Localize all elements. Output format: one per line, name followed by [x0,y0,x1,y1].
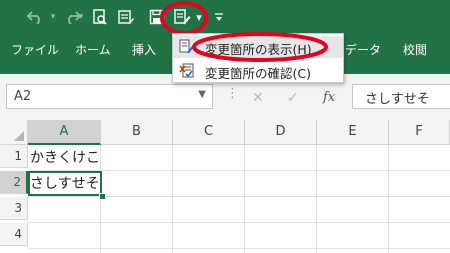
print-preview-icon[interactable] [89,4,111,30]
undo-icon[interactable] [22,4,48,30]
gridline [388,145,389,253]
row-header-1[interactable]: 1 [0,145,28,168]
gridline [172,145,173,253]
gridline [28,196,450,197]
formula-bar-grip-icon: ⋮ [226,86,239,101]
tab-data[interactable]: データ [345,40,381,60]
column-header-f[interactable]: F [389,120,450,145]
gridline [28,248,450,249]
fill-handle[interactable] [99,193,106,200]
formula-input[interactable]: さしすせそ [352,84,450,109]
gridline [316,145,317,253]
column-header-d[interactable]: D [245,120,317,145]
row-header-3[interactable]: 3 [0,197,28,220]
column-header-c[interactable]: C [173,120,245,145]
tab-review[interactable]: 校閲 [403,40,427,60]
tab-file[interactable]: ファイル [11,40,59,60]
formula-value: さしすせそ [365,92,430,107]
tab-insert[interactable]: 挿入 [132,40,156,60]
active-cell-border[interactable] [28,171,102,196]
name-box-value: A2 [14,89,32,104]
menu-item-label: 変更箇所の確認(C) [205,66,311,81]
select-all-corner[interactable] [0,120,28,145]
gridline [244,145,245,253]
name-box[interactable]: A2 ▼ [6,84,213,109]
enter-icon[interactable]: ✓ [287,90,299,106]
tab-home[interactable]: ホーム [75,40,111,60]
cancel-icon[interactable]: ✕ [252,90,264,106]
highlight-circle-menu [192,32,328,62]
row-header-2[interactable]: 2 [0,171,28,194]
chevron-down-icon[interactable]: ▼ [198,89,206,100]
insert-function-button[interactable]: fx [323,90,335,105]
gridline [28,222,450,223]
customize-toolbar-icon[interactable] [212,4,226,30]
row-header-4[interactable]: 4 [0,223,28,246]
redo-dropdown-icon[interactable]: ▾ [76,4,86,30]
column-header-b[interactable]: B [101,120,173,145]
column-header-a[interactable]: A [28,120,101,145]
undo-dropdown-icon[interactable]: ▾ [48,4,58,30]
form-icon[interactable] [115,4,137,30]
cell-a1[interactable]: かきくけこ [30,147,100,169]
column-header-e[interactable]: E [317,120,389,145]
accept-reject-icon [179,63,195,79]
